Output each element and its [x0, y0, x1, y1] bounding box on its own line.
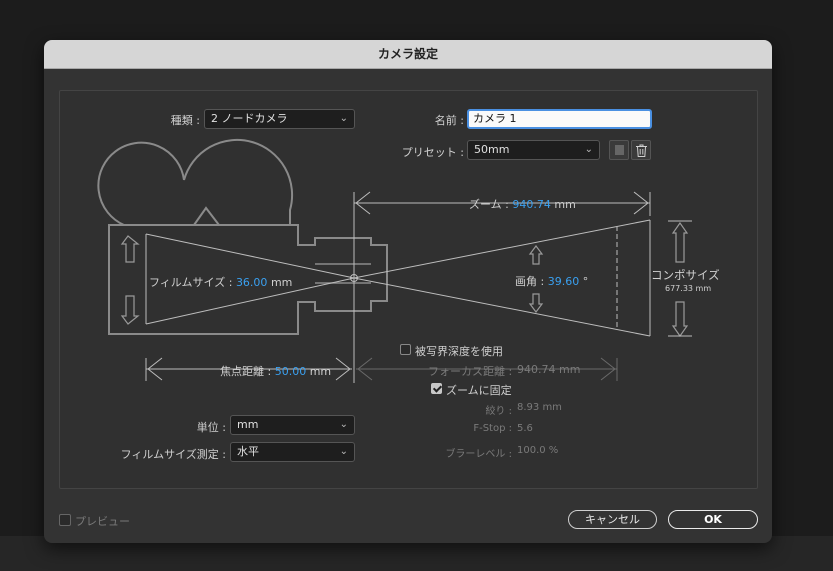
units-label: 単位 :: [196, 421, 226, 434]
preset-select[interactable]: 50mm ⌄: [467, 140, 600, 160]
name-label: 名前 :: [434, 114, 464, 127]
film-size-label: フィルムサイズ :: [149, 276, 233, 289]
type-select[interactable]: 2 ノードカメラ ⌄: [204, 109, 355, 129]
focus-distance-value: 940.74 mm: [517, 363, 581, 376]
camera-reel-left: [97, 141, 185, 226]
zoom-label: ズーム :: [469, 198, 509, 211]
angle-readout: 画角 : 39.60 °: [515, 273, 588, 289]
chevron-down-icon: ⌄: [339, 419, 348, 430]
camera-reel-right: [183, 138, 294, 225]
film-size-unit: mm: [270, 276, 293, 289]
lock-to-zoom-checkbox[interactable]: [431, 383, 442, 394]
film-size-value[interactable]: 36.00: [236, 276, 268, 289]
film-measure-label: フィルムサイズ測定 :: [120, 448, 226, 461]
aperture-label: 絞り :: [485, 406, 512, 417]
name-input[interactable]: カメラ 1: [467, 109, 652, 129]
film-measure-value: 水平: [237, 445, 259, 458]
angle-arrow-up: [528, 245, 544, 265]
film-arrow-up: [120, 235, 140, 263]
focal-length-readout: 焦点距離 : 50.00 mm: [220, 363, 331, 379]
zoom-readout: ズーム : 940.74 mm: [469, 196, 576, 212]
preset-value: 50mm: [474, 143, 510, 156]
comp-size-label: コンポサイズ: [651, 268, 720, 282]
blur-level-value: 100.0 %: [517, 445, 559, 456]
chevron-down-icon: ⌄: [584, 144, 593, 155]
chevron-down-icon: ⌄: [339, 446, 348, 457]
delete-preset-button[interactable]: [631, 140, 651, 160]
zoom-value[interactable]: 940.74: [512, 198, 551, 211]
depth-of-field-checkbox[interactable]: [400, 344, 411, 355]
film-measure-select[interactable]: 水平 ⌄: [230, 442, 355, 462]
focus-distance-label: フォーカス距離 :: [428, 365, 513, 378]
units-select[interactable]: mm ⌄: [230, 415, 355, 435]
focal-length-label: 焦点距離 :: [220, 365, 272, 378]
angle-unit: °: [582, 275, 589, 288]
film-arrow-down: [120, 295, 140, 325]
preset-label: プリセット :: [401, 146, 464, 159]
focal-length-value[interactable]: 50.00: [275, 365, 307, 378]
save-preset-button[interactable]: [609, 140, 629, 160]
type-value: 2 ノードカメラ: [211, 112, 288, 125]
angle-value[interactable]: 39.60: [548, 275, 580, 288]
comp-arrow-down: [671, 301, 689, 338]
focal-length-unit: mm: [309, 365, 332, 378]
ok-button[interactable]: OK: [668, 510, 758, 529]
angle-arrow-down: [528, 293, 544, 313]
preview-checkbox[interactable]: [59, 514, 71, 526]
save-preset-icon: [615, 145, 624, 155]
zoom-unit: mm: [554, 198, 576, 211]
type-label: 種類 :: [170, 114, 200, 127]
fstop-label: F-Stop :: [473, 423, 512, 434]
lock-to-zoom-label: ズームに固定: [446, 384, 512, 397]
blur-level-label: ブラーレベル :: [445, 449, 512, 460]
trash-icon: [636, 144, 647, 157]
depth-of-field-label: 被写界深度を使用: [415, 345, 503, 358]
angle-label: 画角 :: [515, 275, 545, 288]
comp-size-value: 677.33 mm: [665, 284, 712, 293]
aperture-value: 8.93 mm: [517, 402, 562, 413]
comp-arrow-up: [671, 221, 689, 263]
camera-settings-dialog: カメラ設定 種類: 2 ノードカメラ ⌄ 名前: カメラ 1 プリセット:…: [44, 40, 772, 543]
cancel-button[interactable]: キャンセル: [568, 510, 657, 529]
film-size-readout: フィルムサイズ : 36.00 mm: [149, 274, 292, 290]
camera-viewfinder-triangle: [192, 206, 222, 226]
chevron-down-icon: ⌄: [339, 113, 348, 124]
units-value: mm: [237, 418, 259, 431]
preview-label: プレビュー: [75, 515, 130, 528]
fstop-value: 5.6: [517, 423, 533, 434]
